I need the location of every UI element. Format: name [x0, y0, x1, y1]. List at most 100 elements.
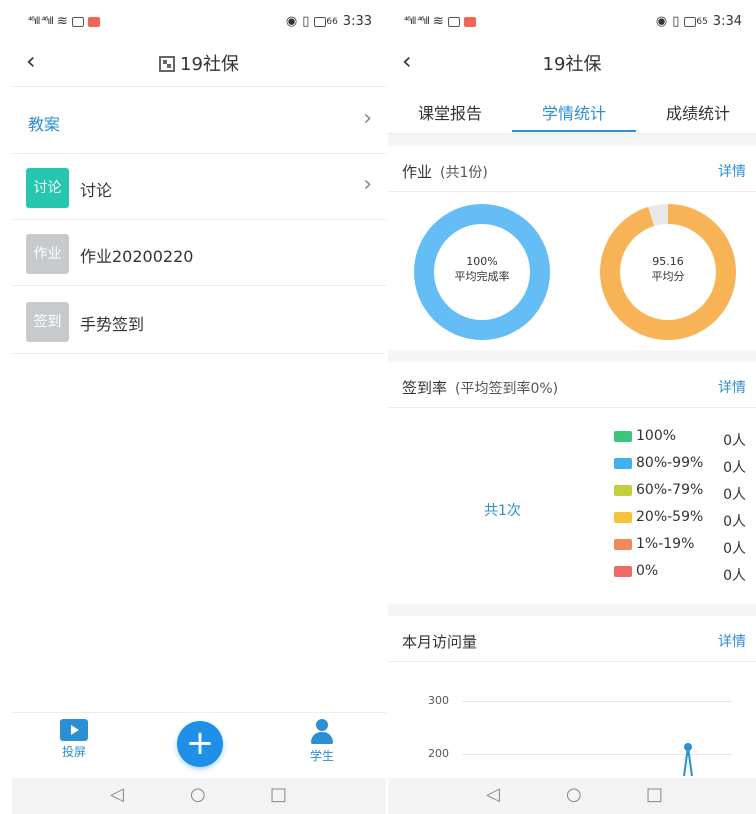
system-nav-bar: ◁ ○ □	[12, 778, 386, 814]
legend-count: 0人	[723, 541, 746, 557]
chevron-right-icon: ›	[363, 106, 372, 131]
status-time: 3:33	[342, 14, 372, 29]
tab-class-report[interactable]: 课堂报告	[390, 100, 510, 124]
legend-item: 80%-99% 0人	[614, 455, 754, 482]
legend-swatch	[614, 485, 632, 496]
home-nav-button[interactable]: ○	[190, 784, 206, 805]
legend-label: 0%	[636, 563, 659, 579]
y-tick-label: 300	[428, 694, 449, 707]
cast-label: 投屏	[61, 745, 86, 759]
signin-section-header: 签到率 (平均签到率0%) 详情	[388, 364, 756, 408]
list-item-lesson-plan[interactable]: 教案 ›	[12, 88, 386, 154]
completion-caption: 平均完成率	[454, 270, 510, 283]
legend-swatch	[614, 458, 632, 469]
legend-swatch	[614, 512, 632, 523]
signin-detail-link[interactable]: 详情	[718, 377, 746, 397]
homework-badge: 作业	[26, 234, 69, 274]
list-item-label: 手势签到	[80, 315, 145, 334]
list-item-discussion[interactable]: 讨论 讨论 ›	[12, 154, 386, 220]
home-nav-button[interactable]: ○	[566, 784, 582, 805]
bottom-toolbar: 投屏 + 学生	[12, 712, 386, 778]
tab-bar: 课堂报告 学情统计 成绩统计	[388, 88, 756, 134]
list-item-homework[interactable]: 作业 作业20200220	[12, 220, 386, 286]
legend-count: 0人	[723, 460, 746, 476]
homework-section-header: 作业 (共1份) 详情	[388, 148, 756, 192]
screen-cast-icon	[60, 719, 88, 741]
list-item-signin[interactable]: 签到 手势签到	[12, 288, 386, 354]
section-gap	[388, 350, 756, 362]
students-button[interactable]: 学生	[292, 719, 352, 764]
legend-count: 0人	[723, 433, 746, 449]
cast-screen-button[interactable]: 投屏	[44, 719, 104, 760]
legend-count: 0人	[723, 568, 746, 584]
signal-icon: ⁴⁶ıll ⁴⁶ıll	[28, 16, 54, 27]
legend-count: 0人	[723, 487, 746, 503]
vibrate-icon: ▯	[302, 14, 310, 29]
status-time: 3:34	[712, 14, 742, 29]
battery-icon	[314, 16, 327, 27]
user-icon	[309, 719, 335, 745]
legend-count: 0人	[723, 514, 746, 530]
notification-icon	[463, 16, 476, 27]
notification-icon	[87, 16, 100, 27]
list-item-label: 教案	[28, 115, 61, 134]
score-donut: 95.16 平均分	[600, 204, 736, 340]
completion-donut: 100% 平均完成率	[414, 204, 550, 340]
section-title: 本月访问量	[402, 633, 478, 651]
recent-apps-button[interactable]: □	[646, 784, 663, 805]
active-tab-indicator	[512, 130, 636, 132]
status-battery: 66	[326, 16, 338, 27]
battery-icon	[684, 16, 697, 27]
legend-label: 80%-99%	[636, 455, 704, 471]
class-name: 19社保	[180, 54, 239, 75]
back-nav-button[interactable]: ◁	[486, 784, 500, 805]
legend-label: 20%-59%	[636, 509, 704, 525]
visits-line-mark	[683, 743, 693, 777]
legend-label: 1%-19%	[636, 536, 695, 552]
legend-item: 100% 0人	[614, 428, 754, 455]
homework-detail-link[interactable]: 详情	[718, 161, 746, 181]
legend-label: 60%-79%	[636, 482, 704, 498]
eye-icon: ◉	[285, 14, 298, 29]
signin-badge: 签到	[26, 302, 69, 342]
score-value: 95.16	[652, 255, 684, 268]
status-bar: ⁴⁶ıll ⁴⁶ıll ≋ ◉ ▯ 66 3:33	[12, 0, 386, 42]
divider	[12, 86, 386, 87]
tab-learning-stats[interactable]: 学情统计	[514, 100, 634, 124]
section-gap	[388, 134, 756, 146]
recent-apps-button[interactable]: □	[270, 784, 287, 805]
students-label: 学生	[309, 749, 334, 763]
legend-item: 20%-59% 0人	[614, 509, 754, 536]
list-item-label: 作业20200220	[80, 247, 194, 266]
section-gap	[388, 604, 756, 616]
legend-label: 100%	[636, 428, 677, 444]
app-icon	[71, 16, 84, 27]
signal-icon: ⁴⁶ıll ⁴⁶ıll	[404, 16, 430, 27]
qr-code-icon[interactable]	[159, 56, 176, 72]
completion-value: 100%	[466, 255, 498, 268]
section-title: 签到率	[402, 379, 448, 397]
section-title: 作业	[402, 163, 433, 181]
right-screen: ⁴⁶ıll ⁴⁶ıll ≋ ◉ ▯ 65 3:34 ‹ 19社保 课堂报告 学情统计 成…	[388, 0, 756, 814]
nav-bar: ‹ 19社保	[12, 42, 386, 84]
legend-item: 60%-79% 0人	[614, 482, 754, 509]
legend-item: 0% 0人	[614, 563, 754, 590]
vibrate-icon: ▯	[672, 14, 680, 29]
add-button[interactable]: +	[177, 721, 223, 767]
legend-swatch	[614, 539, 632, 550]
score-caption: 平均分	[651, 270, 685, 283]
visits-section-header: 本月访问量 详情	[388, 618, 756, 662]
nav-bar: ‹ 19社保	[388, 42, 756, 84]
signin-total: 共1次	[484, 503, 521, 519]
visits-detail-link[interactable]: 详情	[718, 631, 746, 651]
system-nav-bar: ◁ ○ □	[388, 778, 756, 814]
back-nav-button[interactable]: ◁	[110, 784, 124, 805]
app-icon	[447, 16, 460, 27]
status-bar: ⁴⁶ıll ⁴⁶ıll ≋ ◉ ▯ 65 3:34	[388, 0, 756, 42]
eye-icon: ◉	[655, 14, 668, 29]
tab-grade-stats[interactable]: 成绩统计	[638, 100, 756, 124]
section-subtitle: (共1份)	[440, 165, 488, 181]
page-title: 19社保	[12, 50, 386, 76]
wifi-icon: ≋	[56, 14, 68, 29]
discussion-badge: 讨论	[26, 168, 69, 208]
